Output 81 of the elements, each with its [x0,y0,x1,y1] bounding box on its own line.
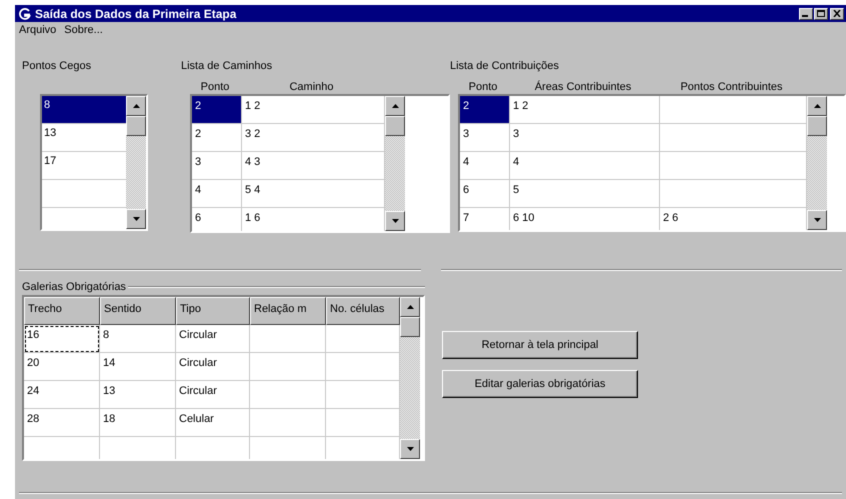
column-header: Ponto [468,81,498,94]
scroll-down-button[interactable] [385,211,405,231]
maximize-button[interactable] [814,8,828,20]
table-cell: 6 10 [510,208,660,230]
column-header[interactable]: Trecho [24,297,100,325]
action-button[interactable]: Retornar à tela principal [442,331,638,359]
action-button[interactable]: Editar galerias obrigatórias [442,370,638,398]
scroll-thumb[interactable] [400,317,420,337]
table-cell: 3 [192,152,242,180]
table-cell: 2 [460,96,510,124]
list-item[interactable]: 8 [42,96,126,124]
column-header: Caminho [289,81,334,94]
column-header[interactable]: Sentido [100,297,176,325]
table-cell: 4 [192,180,242,208]
table-cell: 6 [460,180,510,208]
scroll-up-button[interactable] [807,96,827,116]
table-cell: 24 [24,381,100,409]
section-label: Pontos Cegos [22,60,92,72]
scroll-down-button[interactable] [126,209,146,229]
arrow-up-icon [406,305,414,309]
table-cell: 2 [192,124,242,152]
column-header[interactable]: Tipo [176,297,250,325]
group-label: Galerias Obrigatórias [22,281,126,293]
table-cell: 16 [24,325,100,353]
scroll-up-button[interactable] [126,96,146,116]
scrollbar[interactable] [126,96,146,229]
scroll-thumb[interactable] [126,116,146,136]
data-grid[interactable]: 2 1 2 3 3 4 4 6 5 7 6 10 2 6 [458,94,846,232]
scroll-down-button[interactable] [400,439,420,459]
scroll-thumb[interactable] [807,116,827,136]
data-grid[interactable]: Trecho Sentido Tipo Relação m No. células 16 8 Circular 20 14 Circular 24 13 Circular 28 18 Celular [22,295,425,461]
table-cell: 2 [192,96,242,124]
data-grid[interactable]: 2 1 2 2 3 2 3 4 3 4 5 4 6 1 6 [190,94,450,233]
arrow-down-icon [406,447,414,451]
table-cell: 4 [460,152,510,180]
scrollbar[interactable] [385,96,405,231]
table-cell: 14 [100,353,176,381]
arrow-up-icon [814,104,820,108]
menu-item[interactable]: Sobre... [64,24,103,36]
table-cell: 20 [24,353,100,381]
minimize-button[interactable] [799,8,813,20]
column-header[interactable]: Relação m [250,297,326,325]
table-cell: 13 [100,381,176,409]
arrow-down-icon [392,219,398,223]
column-header: Áreas Contribuintes [534,81,632,94]
table-cell: 1 2 [510,96,660,124]
scroll-up-button[interactable] [400,297,420,317]
scroll-down-button[interactable] [807,210,827,230]
column-header[interactable]: No. células [326,297,400,325]
table-cell: 18 [100,409,176,437]
table-cell: 7 [460,208,510,230]
scroll-up-button[interactable] [385,96,405,116]
table-cell: 3 [460,124,510,152]
close-icon [833,10,841,17]
arrow-down-icon [814,218,820,222]
table-cell: Circular [176,353,250,381]
maximize-icon [817,10,825,17]
table-cell: 28 [24,409,100,437]
table-cell: 6 [192,208,242,231]
arrow-up-icon [392,104,398,108]
window-title: Saída dos Dados da Primeira Etapa [35,6,238,20]
table-cell: 8 [100,325,176,353]
table-cell: Celular [176,409,250,437]
close-button[interactable] [830,8,844,20]
menu-item[interactable]: Arquivo [19,24,56,36]
list-box[interactable]: 8 13 17 [40,94,148,231]
column-header: Pontos Contribuintes [680,81,783,94]
table-cell: 3 [510,124,660,152]
table-cell: Circular [176,325,250,353]
table-cell: Circular [176,381,250,409]
arrow-up-icon [132,104,140,108]
scrollbar[interactable] [400,297,420,459]
section-label: Lista de Caminhos [181,60,274,72]
scrollbar[interactable] [807,96,827,230]
section-label: Lista de Contribuições [450,60,560,72]
column-header: Ponto [200,81,230,94]
app-icon [19,8,31,20]
scroll-thumb[interactable] [385,116,405,136]
arrow-down-icon [132,217,140,221]
table-cell: 5 [510,180,660,208]
table-cell: 4 [510,152,660,180]
